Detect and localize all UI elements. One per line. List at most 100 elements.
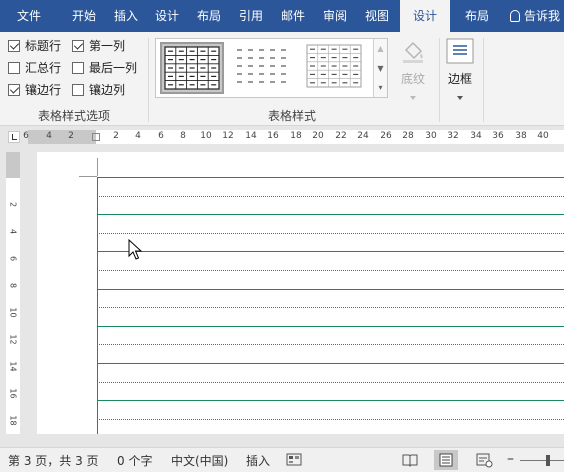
print-layout-icon <box>439 453 453 467</box>
ruler-tick-label: 2 <box>113 131 119 141</box>
checkbox-box <box>8 84 20 96</box>
ruler-tick-label: 10 <box>200 131 212 141</box>
checkbox-label: 第一列 <box>89 39 126 53</box>
borders-button[interactable]: 边框 <box>444 36 476 102</box>
margin-corner-mark <box>79 176 97 177</box>
checkbox-box <box>72 84 84 96</box>
tell-me-box[interactable]: 告诉我 <box>510 0 560 32</box>
shading-dropdown-caret <box>395 89 431 103</box>
table-style-light-grid[interactable] <box>304 42 368 94</box>
table-row-border <box>97 307 564 308</box>
ruler-tick-label: 2 <box>68 131 74 141</box>
group-separator <box>483 38 484 122</box>
table-row-border <box>97 289 564 290</box>
checkbox-box <box>8 40 20 52</box>
ruler-tick-label: 10 <box>8 307 18 318</box>
ruler-tick-label: 22 <box>335 131 347 141</box>
vertical-ruler: 2 4 6 8 10 12 14 16 18 <box>0 148 28 434</box>
ruler-tick-label: 26 <box>380 131 392 141</box>
table-row-border <box>97 382 564 383</box>
table-style-dashed[interactable] <box>232 42 296 94</box>
tab-home[interactable]: 开始 <box>62 0 106 32</box>
zoom-slider[interactable] <box>520 460 564 461</box>
tab-table-design[interactable]: 设计 <box>400 0 450 32</box>
tab-insert[interactable]: 插入 <box>106 0 146 32</box>
print-layout-button[interactable] <box>434 450 458 470</box>
checkbox-box <box>72 62 84 74</box>
table-row-border <box>97 233 564 234</box>
ruler-tick-label: 24 <box>357 131 369 141</box>
tab-review[interactable]: 审阅 <box>314 0 356 32</box>
table-left-border <box>97 177 98 434</box>
checkbox-box <box>72 40 84 52</box>
group-label-table-styles: 表格样式 <box>268 109 317 123</box>
tab-file[interactable]: 文件 <box>0 0 58 32</box>
ruler-tick-label: 14 <box>8 361 18 372</box>
tab-layout[interactable]: 布局 <box>188 0 230 32</box>
insert-mode[interactable]: 插入 <box>246 452 270 469</box>
grid-style-thumbnail <box>164 46 220 90</box>
ruler-tick-label: 12 <box>8 334 18 345</box>
table-row-border <box>97 251 564 252</box>
gallery-scroll-down-button[interactable]: ▼ <box>373 59 387 78</box>
group-separator <box>148 38 149 122</box>
tab-table-layout[interactable]: 布局 <box>450 0 504 32</box>
zoom-out-button[interactable]: – <box>507 451 514 467</box>
macro-record-icon[interactable] <box>286 452 302 466</box>
table-style-plain-grid[interactable] <box>160 42 224 94</box>
tab-view[interactable]: 视图 <box>356 0 398 32</box>
checkbox-label: 镶边行 <box>25 83 62 97</box>
tab-references[interactable]: 引用 <box>230 0 272 32</box>
ruler-margin <box>6 152 20 178</box>
borders-dropdown-caret <box>444 89 476 103</box>
web-layout-button[interactable] <box>472 450 496 470</box>
paint-bucket-icon <box>403 41 423 63</box>
checkbox-label: 标题行 <box>25 39 62 53</box>
ruler-tick-label: 14 <box>245 131 257 141</box>
ruler-tick-label: 18 <box>290 131 302 141</box>
ruler-tick-label: 4 <box>46 131 52 141</box>
ruler-tick-label: 28 <box>402 131 414 141</box>
table-row-border <box>97 270 564 271</box>
ruler-tick-label: 18 <box>8 415 18 426</box>
table-row-border <box>97 326 564 327</box>
tell-me-text: 告诉我 <box>524 9 561 23</box>
borders-icon <box>446 38 474 64</box>
shading-button[interactable]: 底纹 <box>395 36 431 102</box>
read-mode-button[interactable] <box>398 450 422 470</box>
group-separator <box>439 38 440 122</box>
ruler-tick-label: 2 <box>8 201 18 208</box>
ruler-tick-label: 20 <box>312 131 324 141</box>
ruler-tick-label: 30 <box>425 131 437 141</box>
ruler-tick-label: 32 <box>447 131 459 141</box>
table-style-gallery: ▲ ▼ ▾ <box>155 38 388 98</box>
ribbon-tab-bar: 文件 开始 插入 设计 布局 引用 邮件 审阅 视图 设计 布局 告诉我 <box>0 0 564 32</box>
table-row-border <box>97 419 564 420</box>
tab-mailings[interactable]: 邮件 <box>272 0 314 32</box>
tab-design[interactable]: 设计 <box>146 0 188 32</box>
gallery-scroll-up-button[interactable]: ▲ <box>373 39 387 59</box>
web-layout-icon <box>476 453 493 468</box>
status-bar: 第 3 页，共 3 页 0 个字 中文(中国) 插入 – <box>0 447 564 472</box>
table-row-border <box>97 214 564 215</box>
zoom-slider-thumb[interactable] <box>546 455 550 466</box>
page-count[interactable]: 第 3 页，共 3 页 <box>8 452 99 469</box>
mouse-cursor-icon <box>128 239 142 260</box>
checkbox-box <box>8 62 20 74</box>
ruler-tick-label: 6 <box>23 131 29 141</box>
gallery-more-button[interactable]: ▾ <box>373 78 387 97</box>
column-marker-icon[interactable] <box>92 133 100 141</box>
ruler-tick-label: 4 <box>8 228 18 235</box>
table-row-border <box>97 344 564 345</box>
word-count[interactable]: 0 个字 <box>117 452 152 469</box>
checkbox-label: 最后一列 <box>89 61 138 75</box>
ruler-tick-label: 6 <box>8 255 18 262</box>
ruler-tick-label: 6 <box>158 131 164 141</box>
light-grid-style-thumbnail <box>306 44 362 88</box>
checkbox-label: 汇总行 <box>25 61 62 75</box>
ruler-tick-label: 4 <box>135 131 141 141</box>
document-page[interactable] <box>37 152 564 434</box>
word-window: 文件 开始 插入 设计 布局 引用 邮件 审阅 视图 设计 布局 告诉我 标题行… <box>0 0 564 472</box>
ruler-tick-label: 8 <box>180 131 186 141</box>
language-indicator[interactable]: 中文(中国) <box>171 452 228 469</box>
